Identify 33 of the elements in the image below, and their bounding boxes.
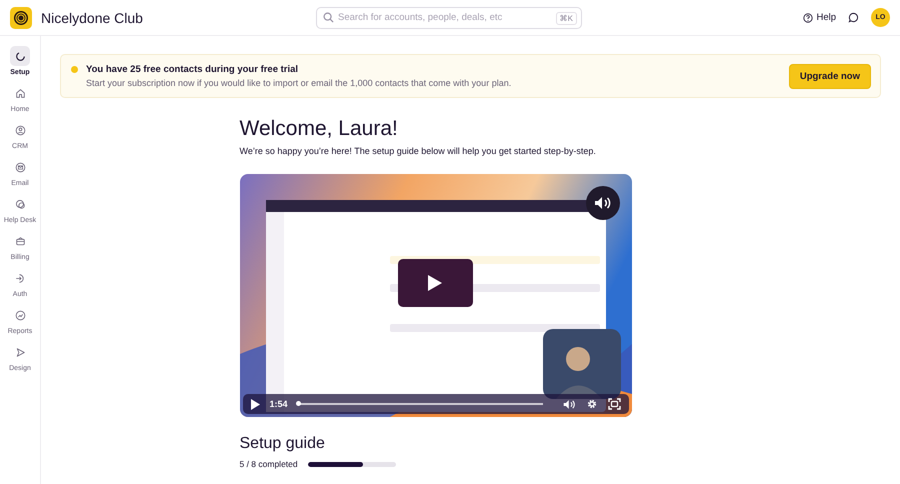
video-time: 1:54 [270, 399, 288, 409]
video-player[interactable]: 1:54 [240, 174, 632, 417]
upgrade-button[interactable]: Upgrade now [788, 64, 871, 88]
nav-icon [14, 124, 26, 136]
warning-dot-icon [71, 66, 78, 73]
help-icon [803, 12, 814, 22]
settings-icon[interactable] [586, 398, 598, 410]
nav-icon [14, 160, 26, 174]
nav-icon [14, 50, 26, 62]
banner-title: You have 25 free contacts during your free trial [86, 64, 300, 75]
help-button[interactable]: Help [803, 12, 836, 23]
play-button[interactable] [398, 259, 472, 307]
chat-icon[interactable] [848, 12, 859, 23]
welcome-subtitle: We’re so happy you’re here! The setup guide below will help you get started step-by-step. [240, 146, 597, 156]
nav-icon [14, 86, 26, 100]
fullscreen-icon[interactable] [608, 398, 620, 410]
setup-guide-title: Setup guide [240, 435, 326, 453]
play-icon[interactable] [250, 398, 260, 410]
nav-icon [14, 308, 26, 322]
nav-icon [14, 272, 26, 284]
speaker-icon [594, 196, 612, 210]
progress-text: 5 / 8 completed [240, 459, 298, 469]
search-icon [323, 12, 334, 23]
shortcut-hint: ⌘K [556, 12, 577, 24]
seek-handle[interactable] [296, 401, 301, 406]
nav-icon [14, 234, 26, 248]
welcome-title: Welcome, Laura! [240, 117, 399, 141]
play-icon [427, 274, 443, 292]
speaker-icon[interactable] [562, 398, 576, 410]
logo-icon [10, 6, 32, 28]
app-name: Nicelydone Club [41, 10, 143, 26]
nav-icon [14, 198, 26, 210]
banner-text: Start your subscription now if you would like to import or email the 1,000 contacts that come with your plan. [86, 78, 512, 88]
